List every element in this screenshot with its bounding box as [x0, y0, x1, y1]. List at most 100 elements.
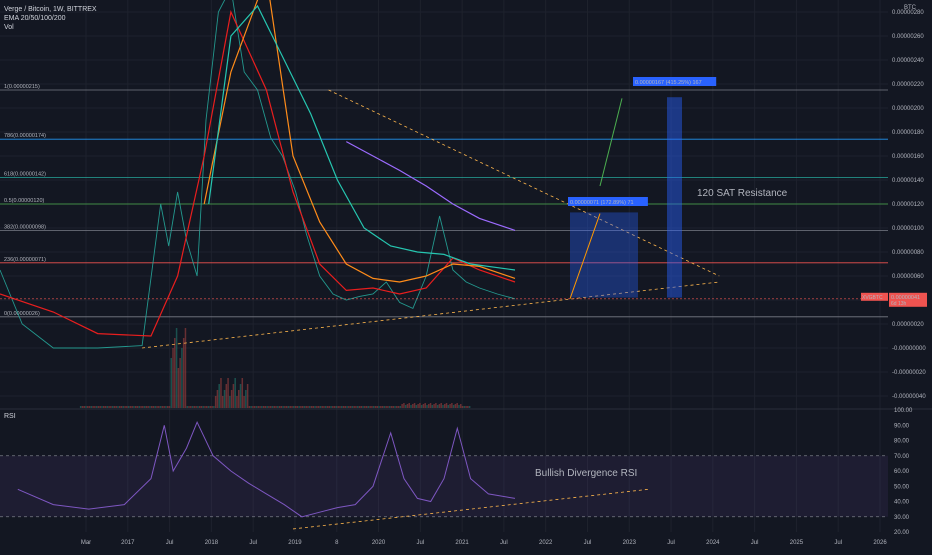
volume-bar	[110, 406, 112, 408]
x-tick-label: 2023	[623, 540, 637, 546]
volume-bar	[323, 406, 325, 408]
volume-bar	[232, 384, 235, 408]
volume-bar	[467, 406, 469, 408]
volume-bar	[106, 406, 109, 408]
volume-bar	[360, 406, 363, 408]
volume-bar	[399, 406, 402, 408]
volume-bar	[134, 406, 137, 408]
volume-bar	[289, 406, 291, 408]
volume-bar	[381, 406, 384, 408]
chart-root: 0.00000280 0.00000260 0.00000240 0.00000220…	[0, 0, 932, 550]
x-tick-label: Jul	[249, 540, 257, 546]
volume-bar	[245, 390, 247, 408]
volume-bar	[438, 404, 441, 408]
y-tick-label: -0.00000020	[892, 370, 926, 376]
x-tick-label: 2024	[706, 540, 720, 546]
volume-bar	[433, 404, 435, 408]
volume-bar	[129, 406, 132, 408]
x-tick-label: 2020	[372, 540, 386, 546]
volume-bar	[408, 403, 410, 408]
volume-bar	[346, 406, 348, 408]
volume-bar	[358, 406, 361, 408]
volume-bar	[136, 406, 139, 408]
volume-bar	[278, 406, 281, 408]
rsi-tick-label: 70.00	[894, 454, 910, 460]
volume-bar	[305, 406, 307, 408]
y-tick-label: 0.00000020	[892, 322, 924, 328]
volume-bar	[177, 368, 180, 408]
volume-bar	[365, 406, 368, 408]
volume-bar	[451, 403, 453, 408]
volume-bar	[413, 403, 416, 408]
volume-bar	[461, 406, 464, 408]
y-tick-label: 0.00000180	[892, 130, 924, 136]
volume-bar	[424, 403, 426, 408]
x-tick-label: 2021	[455, 540, 469, 546]
rsi-tick-label: 90.00	[894, 423, 910, 429]
volume-bar	[168, 406, 171, 408]
volume-bar	[237, 390, 240, 408]
volume-bar	[333, 406, 336, 408]
volume-bar	[234, 378, 236, 408]
fib-level-label: 786(0.00000174)	[4, 133, 46, 139]
volume-bar	[225, 384, 228, 408]
measure-box-large	[667, 97, 682, 298]
x-tick-label: 2017	[121, 540, 135, 546]
volume-bar	[325, 406, 327, 408]
volume-bar	[214, 396, 217, 408]
volume-bar	[133, 406, 135, 408]
volume-bar	[312, 406, 315, 408]
volume-bar	[207, 406, 210, 408]
volume-bar	[120, 406, 123, 408]
volume-bar	[257, 406, 260, 408]
volume-bar	[355, 406, 357, 408]
volume-bar	[385, 406, 387, 408]
volume-bar	[383, 406, 386, 408]
volume-bar	[266, 406, 268, 408]
volume-bar	[317, 406, 320, 408]
volume-bar	[380, 406, 382, 408]
volume-bar	[406, 404, 409, 408]
volume-bar	[397, 406, 400, 408]
volume-bar	[166, 406, 169, 408]
volume-bar	[321, 406, 323, 408]
resistance-note: 120 SAT Resistance	[697, 188, 788, 199]
volume-bar	[458, 405, 460, 408]
measure-label: 0.00000167 (415.25%) 167	[635, 80, 702, 86]
volume-bar	[420, 405, 423, 408]
volume-bar	[337, 406, 339, 408]
volume-bar	[200, 406, 203, 408]
rsi-tick-label: 40.00	[894, 500, 910, 506]
volume-bar	[401, 404, 403, 408]
volume-bar	[298, 406, 300, 408]
volume-bar	[198, 406, 201, 408]
volume-bar	[248, 406, 251, 408]
price-tag-countdown: 6d 13h	[891, 301, 907, 307]
volume-bar	[115, 406, 117, 408]
rsi-tick-label: 20.00	[894, 530, 910, 536]
volume-bar	[335, 406, 338, 408]
volume-bar	[236, 396, 238, 408]
volume-bar	[156, 406, 158, 408]
volume-bar	[419, 403, 421, 408]
y-tick-label: 0.00000220	[892, 82, 924, 88]
volume-bar	[179, 358, 181, 408]
volume-bar	[138, 406, 141, 408]
volume-bar	[348, 406, 350, 408]
volume-bar	[150, 406, 153, 408]
x-tick-label: 2026	[873, 540, 887, 546]
volume-bar	[412, 404, 414, 408]
volume-bar	[213, 406, 215, 408]
rsi-tick-label: 80.00	[894, 439, 910, 445]
volume-bar	[371, 406, 373, 408]
volume-bar	[367, 406, 370, 408]
volume-bar	[287, 406, 290, 408]
volume-bar	[149, 406, 151, 408]
volume-bar	[296, 406, 299, 408]
volume-bar	[250, 406, 252, 408]
volume-bar	[316, 406, 318, 408]
volume-bar	[241, 378, 244, 408]
x-tick-label: 2019	[288, 540, 302, 546]
volume-bar	[284, 406, 286, 408]
volume-bar	[372, 406, 375, 408]
